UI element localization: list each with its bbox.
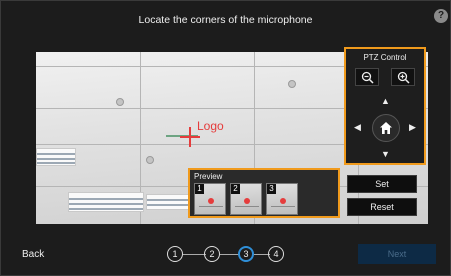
next-button[interactable]: Next <box>358 244 436 264</box>
back-button[interactable]: Back <box>22 249 44 260</box>
marker-dot <box>280 198 286 204</box>
ceiling-light <box>36 148 76 166</box>
home-button[interactable] <box>372 114 400 142</box>
marker-dot <box>244 198 250 204</box>
thumbnail-number: 3 <box>267 184 276 194</box>
target-label: Logo <box>197 119 224 133</box>
marker-dot <box>208 198 214 204</box>
zoom-out-icon <box>361 71 374 84</box>
thumbnail-number: 1 <box>195 184 204 194</box>
pan-down-button[interactable]: ▼ <box>381 150 390 159</box>
page-title: Locate the corners of the microphone <box>138 14 313 26</box>
sprinkler <box>116 98 124 106</box>
zoom-out-button[interactable] <box>355 68 379 86</box>
ptz-title: PTZ Control <box>363 53 407 62</box>
reset-button[interactable]: Reset <box>347 198 417 216</box>
ptz-control-panel: PTZ Control ▲ ▼ ◀ ▶ <box>344 47 426 165</box>
stepper-connector <box>183 254 206 255</box>
step-4: 4 <box>268 246 284 262</box>
preview-panel: Preview 1 2 3 <box>188 168 340 218</box>
preview-thumbnail-2[interactable]: 2 <box>230 183 262 215</box>
set-button[interactable]: Set <box>347 175 417 193</box>
pan-left-button[interactable]: ◀ <box>354 123 361 132</box>
help-icon[interactable]: ? <box>434 9 448 23</box>
pan-right-button[interactable]: ▶ <box>409 123 416 132</box>
step-1: 1 <box>167 246 183 262</box>
sprinkler <box>288 80 296 88</box>
preview-thumbnail-3[interactable]: 3 <box>266 183 298 215</box>
thumbnail-number: 2 <box>231 184 240 194</box>
stepper-connector <box>220 254 240 255</box>
ceiling-light <box>68 192 144 212</box>
pan-up-button[interactable]: ▲ <box>381 97 390 106</box>
preview-thumbnail-1[interactable]: 1 <box>194 183 226 215</box>
step-2: 2 <box>204 246 220 262</box>
zoom-in-button[interactable] <box>391 68 415 86</box>
home-icon <box>380 122 392 134</box>
preview-title: Preview <box>194 172 223 181</box>
step-3-active: 3 <box>238 246 254 262</box>
zoom-in-icon <box>397 71 410 84</box>
sprinkler <box>146 156 154 164</box>
